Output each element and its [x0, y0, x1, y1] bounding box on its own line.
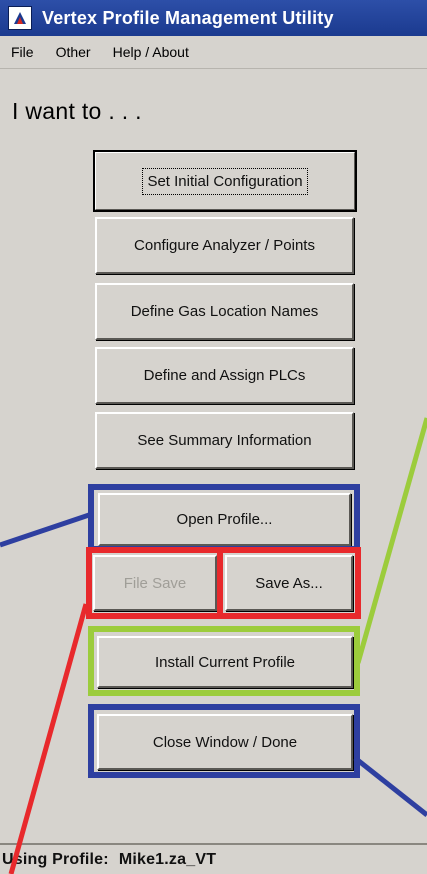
callout-line-red-save	[8, 603, 89, 874]
menu-other[interactable]: Other	[45, 44, 102, 60]
save-as-button[interactable]: Save As...	[225, 555, 353, 611]
menu-file[interactable]: File	[0, 44, 45, 60]
define-gas-location-names-label: Define Gas Location Names	[130, 303, 319, 320]
callout-line-blue-close	[353, 756, 427, 817]
title-bar[interactable]: Vertex Profile Management Utility	[0, 0, 427, 36]
see-summary-information-label: See Summary Information	[137, 432, 312, 449]
configure-analyzer-points-label: Configure Analyzer / Points	[134, 237, 315, 254]
window-title: Vertex Profile Management Utility	[42, 7, 334, 28]
save-as-label: Save As...	[255, 574, 323, 592]
configure-analyzer-points-button[interactable]: Configure Analyzer / Points	[95, 217, 354, 274]
vertex-logo-icon[interactable]	[8, 6, 32, 30]
menu-help-about[interactable]: Help / About	[102, 44, 200, 60]
save-buttons-divider	[217, 547, 223, 619]
set-initial-configuration-label: Set Initial Configuration	[142, 167, 308, 195]
file-save-button[interactable]: File Save	[93, 555, 217, 611]
callout-line-green-install	[355, 417, 427, 664]
close-window-done-label: Close Window / Done	[152, 733, 298, 751]
i-want-to-heading: I want to . . .	[12, 98, 142, 124]
set-initial-configuration-button[interactable]: Set Initial Configuration	[93, 150, 357, 212]
see-summary-information-button[interactable]: See Summary Information	[95, 412, 354, 469]
define-assign-plcs-label: Define and Assign PLCs	[143, 367, 306, 384]
install-current-profile-label: Install Current Profile	[154, 653, 296, 671]
status-profile-name: Mike1.za_VT	[118, 850, 217, 868]
install-current-profile-button[interactable]: Install Current Profile	[97, 636, 353, 688]
callout-line-blue-open	[0, 511, 93, 548]
define-gas-location-names-button[interactable]: Define Gas Location Names	[95, 283, 354, 340]
status-label: Using Profile:	[2, 850, 109, 868]
profile-utility-window: Vertex Profile Management Utility File O…	[0, 0, 427, 874]
file-save-label: File Save	[123, 574, 187, 592]
status-bar: Using Profile: Mike1.za_VT	[0, 843, 427, 874]
open-profile-label: Open Profile...	[176, 511, 273, 528]
define-assign-plcs-button[interactable]: Define and Assign PLCs	[95, 347, 354, 404]
menu-bar: File Other Help / About	[0, 36, 427, 69]
open-profile-button[interactable]: Open Profile...	[98, 493, 351, 546]
close-window-done-button[interactable]: Close Window / Done	[97, 714, 353, 770]
